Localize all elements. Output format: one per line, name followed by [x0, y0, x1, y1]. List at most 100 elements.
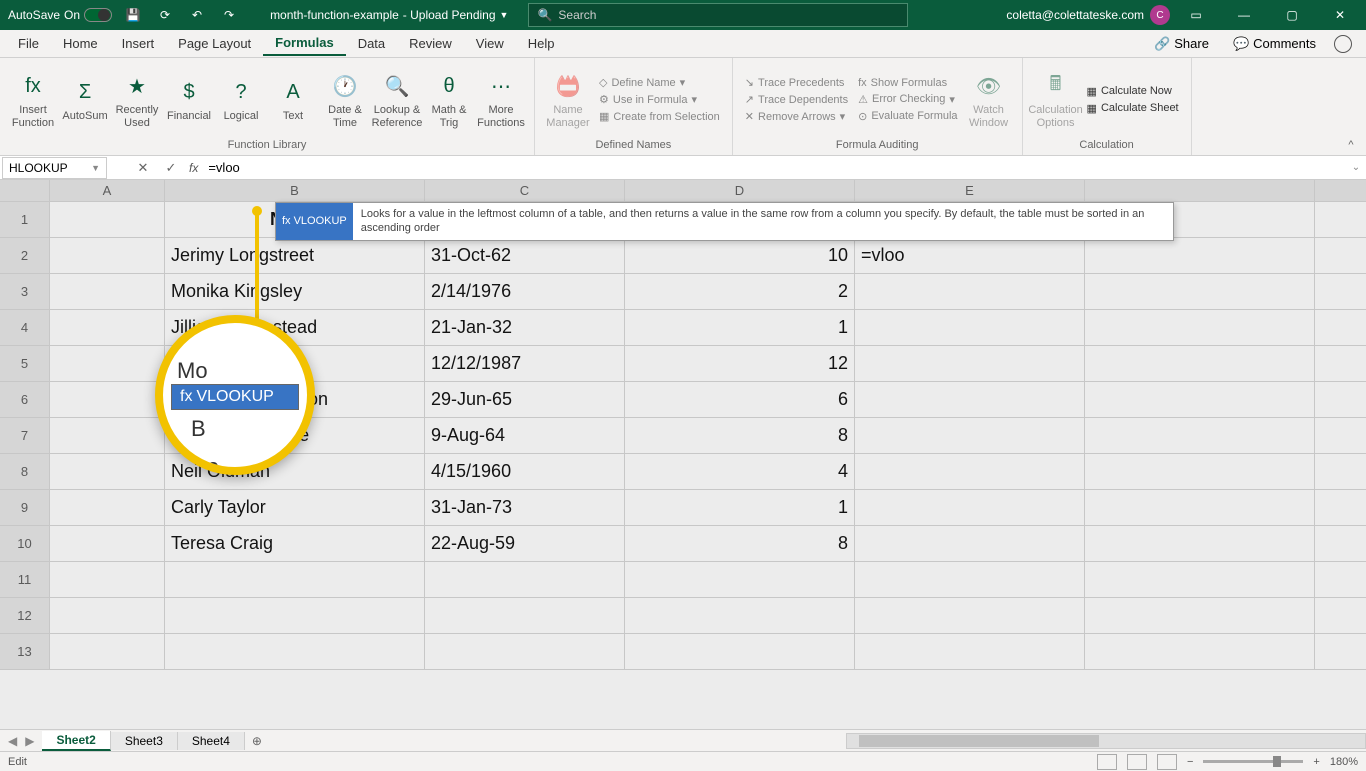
formula-input[interactable]: [202, 157, 1346, 179]
cell[interactable]: [1085, 346, 1315, 382]
cell[interactable]: [1315, 274, 1366, 310]
cell[interactable]: [1085, 598, 1315, 634]
cell[interactable]: [1085, 490, 1315, 526]
cancel-formula-icon[interactable]: ✕: [129, 157, 157, 179]
cell[interactable]: [1315, 238, 1366, 274]
cell[interactable]: [50, 382, 165, 418]
cell[interactable]: [855, 490, 1085, 526]
show-formulas-button[interactable]: fx Show Formulas: [854, 76, 961, 90]
cell[interactable]: 21-Jan-32: [425, 310, 625, 346]
cell[interactable]: [1315, 634, 1366, 670]
column-header[interactable]: G: [1315, 180, 1366, 202]
cell[interactable]: Monika Kingsley: [165, 274, 425, 310]
cell[interactable]: [50, 598, 165, 634]
name-box[interactable]: HLOOKUP▼: [2, 157, 107, 179]
tab-formulas[interactable]: Formulas: [263, 31, 346, 56]
cell[interactable]: [50, 202, 165, 238]
fx-icon[interactable]: fx: [185, 161, 202, 175]
cell[interactable]: [1315, 346, 1366, 382]
watch-window-button[interactable]: 👁Watch Window: [964, 62, 1014, 137]
cell[interactable]: [1085, 310, 1315, 346]
recently-used-button[interactable]: ★Recently Used: [112, 62, 162, 137]
add-sheet-button[interactable]: ⊕: [245, 734, 269, 748]
cell[interactable]: [165, 634, 425, 670]
cell[interactable]: [425, 598, 625, 634]
cell[interactable]: 1: [625, 490, 855, 526]
normal-view-icon[interactable]: [1097, 754, 1117, 770]
cell[interactable]: 2: [625, 274, 855, 310]
evaluate-formula-button[interactable]: ⊙ Evaluate Formula: [854, 109, 961, 124]
math-trig-button[interactable]: θMath & Trig: [424, 62, 474, 137]
user-account[interactable]: coletta@colettateske.com C: [1006, 5, 1170, 25]
tab-home[interactable]: Home: [51, 32, 110, 55]
more-functions-button[interactable]: ⋯More Functions: [476, 62, 526, 137]
expand-formula-bar-icon[interactable]: ⌄: [1346, 162, 1366, 173]
name-manager-button[interactable]: 📛Name Manager: [543, 62, 593, 137]
insert-function-button[interactable]: fxInsert Function: [8, 62, 58, 137]
row-header[interactable]: 7: [0, 418, 50, 454]
horizontal-scrollbar[interactable]: [846, 733, 1366, 749]
row-header[interactable]: 4: [0, 310, 50, 346]
cell[interactable]: [50, 346, 165, 382]
text-button[interactable]: AText: [268, 62, 318, 137]
cell[interactable]: [165, 562, 425, 598]
undo-icon[interactable]: ↶: [186, 4, 208, 26]
page-break-view-icon[interactable]: [1157, 754, 1177, 770]
calculate-sheet-button[interactable]: ▦ Calculate Sheet: [1083, 101, 1183, 116]
tab-file[interactable]: File: [6, 32, 51, 55]
cell[interactable]: 10: [625, 238, 855, 274]
cell[interactable]: 2/14/1976: [425, 274, 625, 310]
cell[interactable]: 6: [625, 382, 855, 418]
cell[interactable]: [855, 274, 1085, 310]
cell[interactable]: [165, 598, 425, 634]
sync-icon[interactable]: ⟳: [154, 4, 176, 26]
ribbon-mode-icon[interactable]: ▭: [1174, 0, 1218, 30]
cell[interactable]: 22-Aug-59: [425, 526, 625, 562]
cell[interactable]: [1315, 562, 1366, 598]
cell[interactable]: [1315, 490, 1366, 526]
cell[interactable]: [855, 454, 1085, 490]
cell[interactable]: Teresa Craig: [165, 526, 425, 562]
column-header[interactable]: D: [625, 180, 855, 202]
autosum-button[interactable]: ΣAutoSum: [60, 62, 110, 137]
cell[interactable]: =vloo: [855, 238, 1085, 274]
cell[interactable]: [855, 310, 1085, 346]
cell[interactable]: 12/12/1987: [425, 346, 625, 382]
cell[interactable]: 31-Oct-62: [425, 238, 625, 274]
cell[interactable]: 8: [625, 526, 855, 562]
cell[interactable]: [1085, 418, 1315, 454]
redo-icon[interactable]: ↷: [218, 4, 240, 26]
zoom-in-icon[interactable]: +: [1313, 756, 1319, 768]
page-layout-view-icon[interactable]: [1127, 754, 1147, 770]
tab-view[interactable]: View: [464, 32, 516, 55]
tab-insert[interactable]: Insert: [110, 32, 167, 55]
column-header[interactable]: [1085, 180, 1315, 202]
cell[interactable]: [50, 562, 165, 598]
error-checking-button[interactable]: ⚠ Error Checking ▾: [854, 92, 961, 107]
define-name-button[interactable]: ◇ Define Name ▾: [595, 75, 724, 90]
spreadsheet[interactable]: ABCDEG1NameBirthdaySerial NumberMonth Na…: [0, 180, 1366, 729]
cell[interactable]: 4: [625, 454, 855, 490]
cell[interactable]: [1315, 598, 1366, 634]
cell[interactable]: [1085, 238, 1315, 274]
cell[interactable]: [1085, 526, 1315, 562]
cell[interactable]: [1315, 202, 1366, 238]
row-header[interactable]: 2: [0, 238, 50, 274]
cell[interactable]: 4/15/1960: [425, 454, 625, 490]
cell[interactable]: [1085, 274, 1315, 310]
lookup-reference-button[interactable]: 🔍Lookup & Reference: [372, 62, 422, 137]
cell[interactable]: 12: [625, 346, 855, 382]
tab-help[interactable]: Help: [516, 32, 567, 55]
cell[interactable]: [855, 382, 1085, 418]
row-header[interactable]: 11: [0, 562, 50, 598]
cell[interactable]: 31-Jan-73: [425, 490, 625, 526]
financial-button[interactable]: $Financial: [164, 62, 214, 137]
row-header[interactable]: 5: [0, 346, 50, 382]
row-header[interactable]: 13: [0, 634, 50, 670]
cell[interactable]: [50, 454, 165, 490]
use-in-formula-button[interactable]: ⚙ Use in Formula ▾: [595, 92, 724, 107]
cell[interactable]: [855, 418, 1085, 454]
trace-precedents-button[interactable]: ↘ Trace Precedents: [741, 75, 852, 90]
row-header[interactable]: 1: [0, 202, 50, 238]
calculation-options-button[interactable]: 🖩Calculation Options: [1031, 62, 1081, 137]
